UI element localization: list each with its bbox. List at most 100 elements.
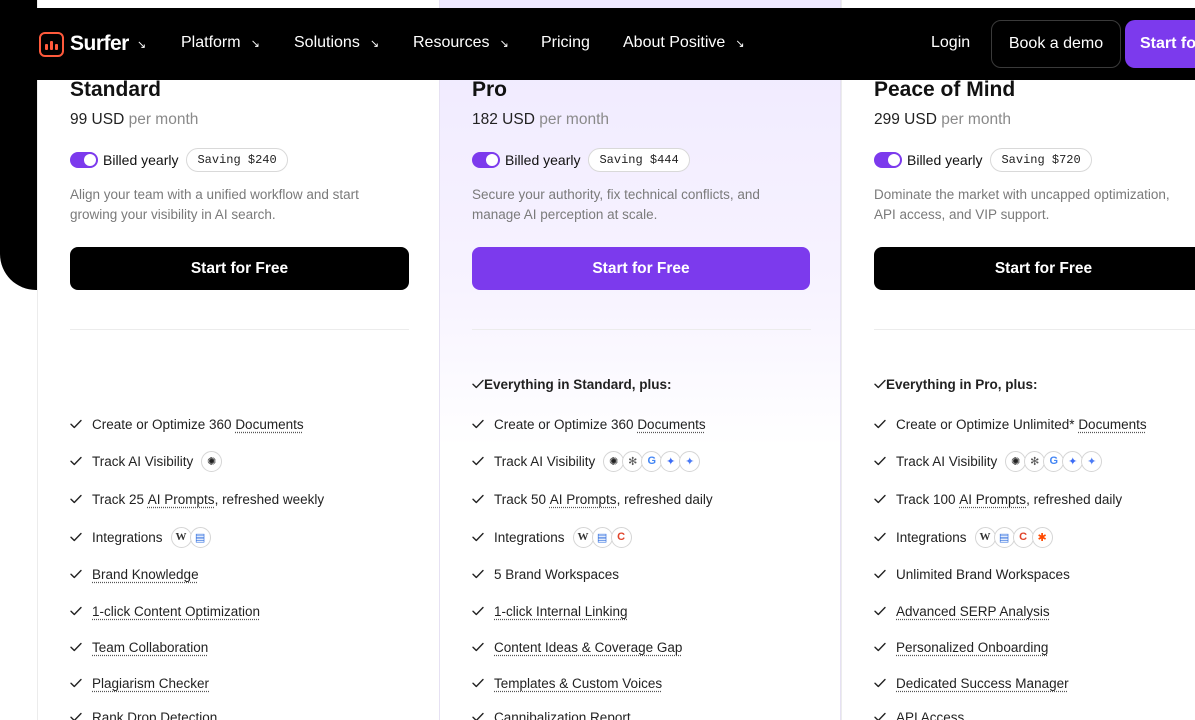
- feature-link[interactable]: Documents: [1078, 417, 1146, 432]
- feature-link[interactable]: AI Prompts: [959, 492, 1026, 507]
- plan-card-pro: Pro 182 USD per month Billed yearly Savi…: [439, 0, 841, 720]
- feature-item: Advanced SERP Analysis: [874, 600, 1050, 622]
- nav-item-pricing[interactable]: Pricing: [541, 34, 590, 52]
- wordpress-icon: W: [170, 526, 192, 548]
- feature-item: Track 100 AI Prompts, refreshed daily: [874, 488, 1122, 510]
- feature-text: Track AI Visibility: [92, 453, 194, 469]
- nav-item-resources[interactable]: Resources ↘: [413, 34, 509, 52]
- price-period: per month: [941, 111, 1012, 128]
- feature-link[interactable]: Advanced SERP Analysis: [896, 604, 1050, 619]
- feature-item: Team Collaboration: [70, 636, 208, 658]
- feature-link[interactable]: 1-click Internal Linking: [494, 604, 628, 619]
- feature-link[interactable]: Plagiarism Checker: [92, 676, 209, 691]
- description-line: growing your visibility in AI search.: [70, 207, 276, 222]
- feature-link[interactable]: AI Prompts: [550, 492, 617, 507]
- check-icon: [874, 379, 886, 389]
- plan-card-standard: Standard 99 USD per month Billed yearly …: [37, 0, 439, 720]
- start-free-button[interactable]: Start for Free: [874, 247, 1195, 290]
- check-icon: [874, 456, 886, 466]
- check-icon: [70, 494, 82, 504]
- feature-item: Templates & Custom Voices: [472, 672, 662, 694]
- feature-item: Create or Optimize 360 Documents: [70, 413, 304, 435]
- price-amount: 182 USD: [472, 111, 535, 128]
- feature-item: 5 Brand Workspaces: [472, 563, 619, 585]
- feature-text: , refreshed daily: [616, 491, 713, 507]
- feature-text: Create or Optimize 360: [494, 416, 638, 432]
- feature-item: Integrations W ▤: [70, 526, 211, 548]
- billing-label: Billed yearly: [505, 152, 581, 168]
- check-icon: [70, 456, 82, 466]
- feature-link[interactable]: Brand Knowledge: [92, 567, 199, 582]
- gemini-icon: ✦: [1062, 450, 1084, 472]
- feature-text: Track 100: [896, 491, 960, 507]
- check-icon: [70, 712, 82, 720]
- feature-link[interactable]: Team Collaboration: [92, 640, 208, 655]
- feature-text: Track AI Visibility: [494, 453, 596, 469]
- feature-link[interactable]: Personalized Onboarding: [896, 640, 1048, 655]
- plan-name: Peace of Mind: [874, 78, 1016, 101]
- feature-link[interactable]: 1-click Content Optimization: [92, 604, 260, 619]
- feature-link[interactable]: Documents: [637, 417, 705, 432]
- billing-row: Billed yearly Saving $720: [874, 148, 1170, 172]
- feature-text: Unlimited Brand Workspaces: [896, 566, 1070, 582]
- feature-icons: W ▤ C: [572, 526, 632, 548]
- arrow-down-right-icon: ↘: [735, 37, 745, 50]
- check-icon: [874, 569, 886, 579]
- feature-link[interactable]: Templates & Custom Voices: [494, 676, 662, 691]
- login-link[interactable]: Login: [931, 34, 970, 52]
- chatgpt-icon: ✺: [603, 450, 625, 472]
- divider: [874, 329, 1195, 330]
- surfer-logo[interactable]: Surfer ↘: [39, 31, 146, 57]
- feature-text: Track 50: [494, 491, 550, 507]
- start-free-nav-button[interactable]: Start for Free: [1125, 20, 1195, 68]
- divider: [70, 329, 409, 330]
- feature-item: 1-click Content Optimization: [70, 600, 260, 622]
- feature-item: Track AI Visibility ✺ ✻ G ✦ ✦: [472, 450, 701, 472]
- start-free-button[interactable]: Start for Free: [70, 247, 409, 290]
- google-icon: G: [641, 450, 663, 472]
- top-navigation: Surfer ↘ Platform ↘ Solutions ↘ Resources ↘ Pr…: [12, 8, 1195, 80]
- check-icon: [70, 419, 82, 429]
- nav-item-platform[interactable]: Platform ↘: [181, 34, 260, 52]
- plan-name: Pro: [472, 78, 508, 101]
- billing-toggle[interactable]: [70, 152, 98, 168]
- feature-link[interactable]: API Access: [896, 710, 964, 720]
- plan-price: 182 USD per month: [472, 111, 809, 135]
- feature-item: Create or Optimize Unlimited* Documents: [874, 413, 1147, 435]
- claude-icon: ✻: [622, 450, 644, 472]
- google-docs-icon: ▤: [189, 526, 211, 548]
- arrow-down-right-icon: ↘: [499, 37, 509, 50]
- feature-link[interactable]: Cannibalization Report: [494, 710, 631, 720]
- check-icon: [472, 678, 484, 688]
- check-icon: [472, 494, 484, 504]
- feature-link[interactable]: Dedicated Success Manager: [896, 676, 1069, 691]
- feature-item: Track 25 AI Prompts, refreshed weekly: [70, 488, 324, 510]
- start-free-button[interactable]: Start for Free: [472, 247, 810, 290]
- feature-link[interactable]: Content Ideas & Coverage Gap: [494, 640, 682, 655]
- feature-text: Track 25: [92, 491, 148, 507]
- check-icon: [472, 606, 484, 616]
- feature-item: API Access: [874, 706, 964, 720]
- book-demo-button[interactable]: Book a demo: [991, 20, 1121, 68]
- feature-item: Track AI Visibility ✺ ✻ G ✦ ✦: [874, 450, 1103, 472]
- check-icon: [472, 419, 484, 429]
- feature-link[interactable]: Documents: [235, 417, 303, 432]
- gemini-alt-icon: ✦: [679, 450, 701, 472]
- wordpress-icon: W: [974, 526, 996, 548]
- chatgpt-icon: ✺: [1005, 450, 1027, 472]
- check-icon: [472, 642, 484, 652]
- feature-link[interactable]: AI Prompts: [148, 492, 215, 507]
- feature-text: Integrations: [896, 529, 967, 545]
- nav-item-label: About Positive: [623, 34, 726, 51]
- feature-link[interactable]: Rank Drop Detection: [92, 710, 217, 720]
- billing-toggle[interactable]: [472, 152, 500, 168]
- billing-toggle[interactable]: [874, 152, 902, 168]
- wordpress-icon: W: [572, 526, 594, 548]
- check-icon: [70, 532, 82, 542]
- check-icon: [874, 712, 886, 720]
- check-icon: [472, 379, 484, 389]
- feature-text: Integrations: [494, 529, 565, 545]
- nav-item-solutions[interactable]: Solutions ↘: [294, 34, 379, 52]
- billing-row: Billed yearly Saving $444: [472, 148, 809, 172]
- nav-item-about-positive[interactable]: About Positive ↘: [623, 34, 745, 52]
